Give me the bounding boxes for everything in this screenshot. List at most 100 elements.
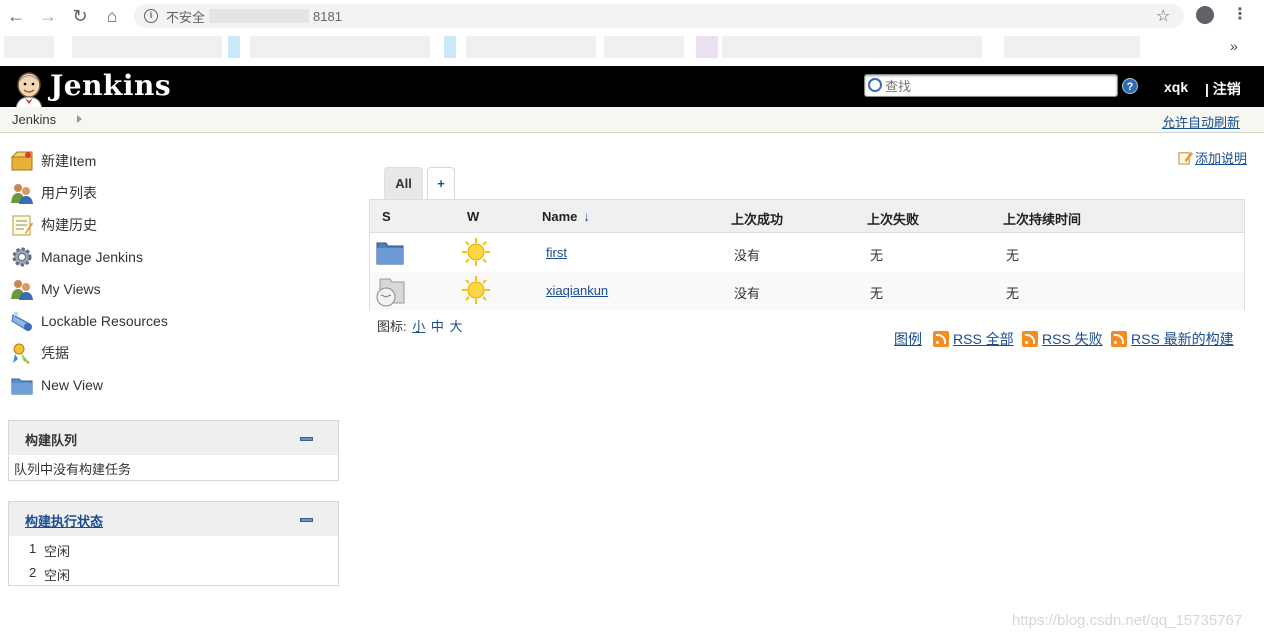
- task-label: 构建历史: [41, 217, 97, 233]
- browser-menu-icon[interactable]: ⋮: [1232, 4, 1248, 24]
- reload-icon[interactable]: ↻: [64, 0, 96, 32]
- task-label: 凭据: [41, 345, 69, 361]
- executor-number: 1: [29, 541, 37, 556]
- auto-refresh-link[interactable]: 允许自动刷新: [1162, 112, 1240, 131]
- icon-size-small[interactable]: 小: [412, 319, 425, 334]
- task-label: My Views: [41, 281, 101, 297]
- address-bar[interactable]: i 不安全 8181: [134, 4, 1184, 28]
- bookmark-item[interactable]: [72, 36, 222, 58]
- blurred-host: [209, 9, 310, 23]
- last-duration: 无: [1006, 248, 1020, 263]
- legend-link[interactable]: 图例: [894, 329, 922, 349]
- build-queue-header: 构建队列: [9, 421, 338, 455]
- executors-header: 构建执行状态: [9, 502, 338, 536]
- watermark: https://blog.csdn.net/qq_15735767: [1012, 612, 1243, 629]
- task-label: 新建Item: [41, 153, 97, 169]
- add-description-label: 添加说明: [1195, 151, 1248, 166]
- bookmark-item[interactable]: [444, 36, 456, 58]
- task-credentials[interactable]: 凭据: [10, 341, 69, 365]
- icon-size-medium[interactable]: 中: [431, 319, 444, 334]
- search-box[interactable]: [864, 74, 1118, 97]
- col-last-duration[interactable]: 上次持续时间: [1003, 209, 1081, 228]
- task-lockable-resources[interactable]: Lockable Resources: [10, 309, 168, 333]
- search-icon: [868, 78, 882, 92]
- rss-failed-link[interactable]: RSS 失败: [1022, 329, 1103, 349]
- bookmark-item[interactable]: [4, 36, 54, 58]
- job-link[interactable]: first: [546, 245, 567, 260]
- bookmark-item[interactable]: [722, 36, 982, 58]
- home-icon[interactable]: ⌂: [96, 0, 128, 32]
- table-row: xiaqiankun 没有 无 无: [370, 272, 1244, 310]
- collapse-icon[interactable]: [300, 518, 313, 522]
- sort-arrow-icon: ↓: [583, 209, 590, 224]
- tab-all[interactable]: All: [384, 167, 423, 200]
- icon-size-selector: 图标: 小 中 大: [375, 316, 463, 335]
- task-people[interactable]: 用户列表: [10, 181, 97, 205]
- build-queue-title: 构建队列: [25, 433, 78, 448]
- help-icon[interactable]: ?: [1122, 78, 1138, 94]
- bookmark-item[interactable]: [250, 36, 430, 58]
- bookmarks-overflow-icon[interactable]: »: [1230, 38, 1238, 54]
- account-icon[interactable]: [1196, 6, 1214, 24]
- user-link[interactable]: xqk: [1164, 79, 1188, 95]
- sunny-icon: [462, 276, 490, 304]
- tab-add-view[interactable]: +: [427, 167, 455, 200]
- executors-title[interactable]: 构建执行状态: [25, 511, 103, 530]
- back-icon[interactable]: ←: [0, 0, 32, 32]
- icon-size-label: 图标:: [377, 319, 407, 334]
- executor-number: 2: [29, 565, 37, 580]
- task-label: 用户列表: [41, 185, 97, 201]
- collapse-icon[interactable]: [300, 437, 313, 441]
- edit-icon: [1178, 151, 1193, 165]
- col-status[interactable]: S: [382, 209, 391, 224]
- sunny-icon: [462, 238, 490, 266]
- job-link[interactable]: xiaqiankun: [546, 283, 608, 298]
- last-success: 没有: [734, 248, 761, 263]
- bookmark-item[interactable]: [696, 36, 718, 58]
- rss-failed-label: RSS 失败: [1042, 331, 1103, 347]
- jenkins-logo-text[interactable]: Jenkins: [50, 69, 171, 102]
- info-icon[interactable]: i: [144, 9, 158, 23]
- last-success: 没有: [734, 286, 761, 301]
- bookmark-item[interactable]: [604, 36, 684, 58]
- task-build-history[interactable]: 构建历史: [10, 213, 97, 237]
- bookmarks-bar: [0, 32, 1264, 64]
- bookmark-item[interactable]: [466, 36, 596, 58]
- projects-table: S W Name ↓ 上次成功 上次失败 上次持续时间 first 没有 无 无 …: [369, 199, 1245, 310]
- col-name-label: Name: [542, 209, 578, 224]
- col-weather[interactable]: W: [467, 209, 479, 224]
- task-new-item[interactable]: 新建Item: [10, 149, 96, 173]
- col-last-failure[interactable]: 上次失败: [867, 209, 919, 228]
- folder-icon: [376, 242, 404, 265]
- bookmark-item[interactable]: [1004, 36, 1140, 58]
- task-new-view[interactable]: New View: [10, 373, 103, 397]
- url-port: 8181: [313, 8, 342, 24]
- logout-link[interactable]: | 注销: [1205, 79, 1241, 99]
- people-icon: [11, 184, 33, 204]
- task-my-views[interactable]: My Views: [10, 277, 101, 301]
- bookmark-item[interactable]: [228, 36, 240, 58]
- last-duration: 无: [1006, 286, 1020, 301]
- rss-icon: [933, 331, 949, 347]
- task-label: Manage Jenkins: [41, 249, 143, 265]
- rss-latest-link[interactable]: RSS 最新的构建: [1111, 329, 1234, 349]
- col-name[interactable]: Name ↓: [542, 209, 590, 224]
- rss-all-label: RSS 全部: [953, 331, 1014, 347]
- executors-pane: 构建执行状态 1 空闲 2 空闲: [8, 501, 339, 586]
- col-last-success[interactable]: 上次成功: [731, 209, 783, 228]
- icon-size-large[interactable]: 大: [450, 319, 463, 334]
- breadcrumb-arrow-icon[interactable]: [77, 115, 82, 123]
- add-description-link[interactable]: 添加说明: [1178, 148, 1247, 167]
- search-input[interactable]: [885, 77, 1113, 95]
- jenkins-butler-logo[interactable]: [12, 70, 46, 108]
- bookmark-star-icon[interactable]: ☆: [1156, 6, 1170, 26]
- task-label: New View: [41, 377, 103, 393]
- folder-icon: [11, 378, 33, 395]
- rss-all-link[interactable]: RSS 全部: [933, 329, 1014, 349]
- executors-list: 1 空闲 2 空闲: [9, 536, 338, 586]
- breadcrumb: Jenkins 允许自动刷新: [0, 107, 1264, 133]
- task-manage-jenkins[interactable]: Manage Jenkins: [10, 245, 143, 269]
- forward-icon[interactable]: →: [32, 0, 64, 32]
- rss-icon: [1111, 331, 1127, 347]
- breadcrumb-jenkins[interactable]: Jenkins: [12, 112, 56, 127]
